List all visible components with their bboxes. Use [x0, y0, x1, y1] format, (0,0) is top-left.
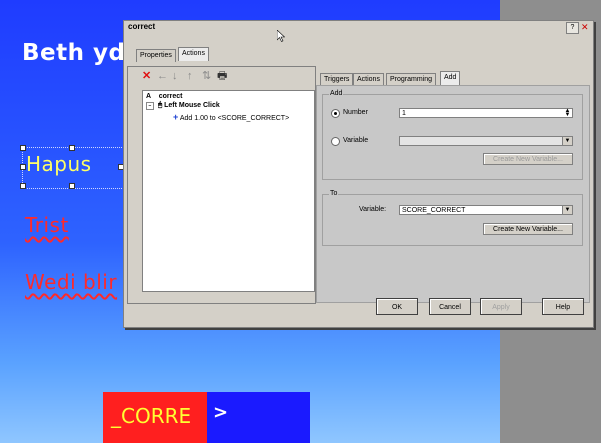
add-group: Add Number 1 ▲ ▼ Variable ▼ Create New Va… [322, 90, 583, 180]
create-new-variable-button[interactable]: Create New Variable... [483, 223, 573, 235]
answer-option-2[interactable]: Trist [25, 213, 69, 237]
chevron-down-icon[interactable]: ▼ [562, 137, 572, 145]
move-icon[interactable]: ⇅ [202, 70, 211, 82]
number-value: 1 [402, 110, 406, 117]
answer-option-3[interactable]: Wedi blir [25, 270, 117, 294]
add-group-label: Add [329, 90, 344, 97]
resize-handle[interactable] [69, 183, 75, 189]
feedback-text: _CORRE [111, 404, 192, 428]
tab-properties[interactable]: Properties [136, 49, 176, 62]
tree-action[interactable]: + Add 1.00 to <SCORE_CORRECT> [173, 112, 289, 122]
dialog-titlebar[interactable]: correct ? ✕ [124, 21, 593, 34]
create-new-variable-button-disabled[interactable]: Create New Variable... [483, 153, 573, 165]
resize-handle[interactable] [20, 183, 26, 189]
close-icon[interactable]: ✕ [581, 22, 591, 32]
arrow-up-icon[interactable]: ↑ [187, 70, 193, 82]
cancel-button[interactable]: Cancel [429, 298, 471, 315]
number-label: Number [343, 109, 368, 116]
add-variable-dropdown[interactable]: ▼ [399, 136, 573, 146]
to-group-label: To [329, 190, 339, 197]
feedback-box-red[interactable]: _CORRE [103, 392, 207, 443]
tab-actions[interactable]: Actions [178, 47, 209, 61]
tree-root-label: correct [158, 93, 183, 100]
help-button[interactable]: Help [542, 298, 584, 315]
tree-event[interactable]: − 🖱 Left Mouse Click [146, 102, 220, 110]
to-variable-value: SCORE_CORRECT [402, 207, 466, 214]
add-properties-pane: Add Number 1 ▲ ▼ Variable ▼ Create New Va… [316, 85, 590, 303]
number-radio[interactable] [331, 109, 340, 118]
feedback-arrow: > [213, 402, 229, 423]
tab-add[interactable]: Add [440, 71, 461, 85]
answer-option-1[interactable]: Hapus [26, 152, 92, 176]
to-variable-label: Variable: [359, 206, 387, 213]
object-properties-dialog: correct ? ✕ Properties Actions ✕ ← ↓ ↑ ⇅… [123, 20, 594, 328]
variable-radio[interactable] [331, 137, 340, 146]
resize-handle[interactable] [69, 145, 75, 151]
add-plus-icon: + [173, 112, 179, 122]
feedback-box-blue[interactable]: > [207, 392, 310, 443]
dialog-title: correct [128, 22, 156, 31]
tree-action-label: Add 1.00 to <SCORE_CORRECT> [179, 115, 290, 122]
mouse-cursor-icon [277, 30, 285, 42]
variable-label: Variable [343, 137, 369, 144]
chevron-down-icon[interactable]: ▼ [562, 206, 572, 214]
resize-handle[interactable] [20, 145, 26, 151]
to-variable-dropdown[interactable]: SCORE_CORRECT ▼ [399, 205, 573, 215]
help-icon[interactable]: ? [566, 22, 579, 34]
action-tree[interactable]: A correct − 🖱 Left Mouse Click + Add 1.0… [142, 90, 315, 292]
arrow-left-icon[interactable]: ← [157, 70, 168, 82]
arrow-down-icon[interactable]: ↓ [172, 70, 178, 82]
delete-x-icon[interactable]: ✕ [142, 70, 151, 82]
spinner-icon[interactable]: ▲ ▼ [564, 108, 571, 118]
tree-root[interactable]: A correct [146, 93, 182, 100]
collapse-icon[interactable]: − [146, 102, 154, 110]
tree-event-label: Left Mouse Click [164, 102, 220, 109]
tree-root-letter: A [146, 93, 151, 100]
print-icon[interactable]: 🖶 [217, 70, 227, 82]
mouse-click-icon: 🖱 [157, 102, 163, 109]
to-group: To Variable: SCORE_CORRECT ▼ Create New … [322, 190, 583, 246]
ok-button[interactable]: OK [376, 298, 418, 315]
apply-button[interactable]: Apply [480, 298, 522, 315]
number-input[interactable]: 1 ▲ ▼ [399, 108, 573, 118]
